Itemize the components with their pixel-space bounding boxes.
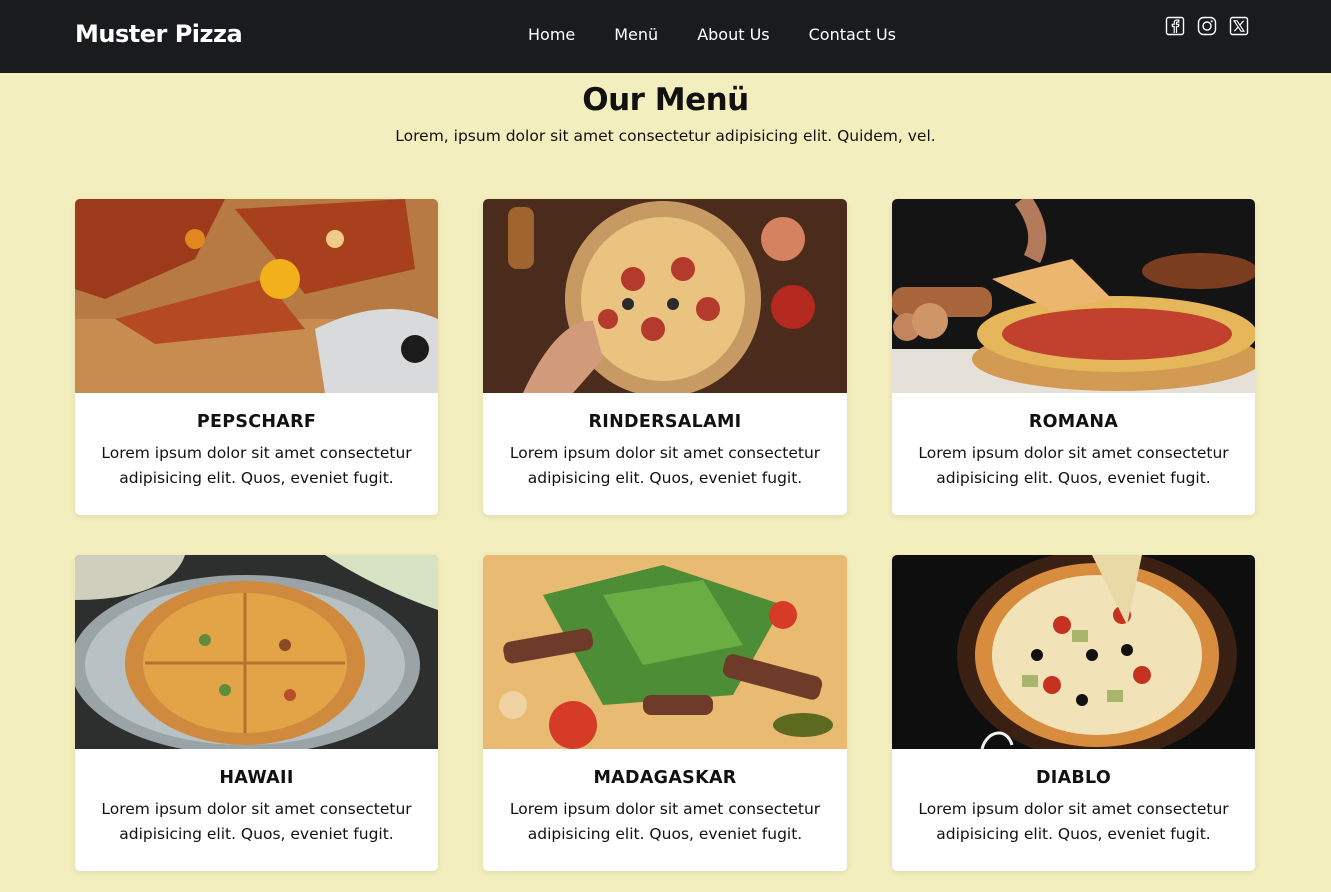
menu-item-description: Lorem ipsum dolor sit amet consectetur a… bbox=[101, 444, 412, 487]
menu-card-madagaskar[interactable]: MADAGASKAR Lorem ipsum dolor sit amet co… bbox=[483, 555, 847, 871]
menu-item-description: Lorem ipsum dolor sit amet consectetur a… bbox=[101, 800, 412, 843]
nav-menu[interactable]: Menü bbox=[614, 25, 658, 44]
page-subtitle: Lorem, ipsum dolor sit amet consectetur … bbox=[395, 127, 936, 145]
menu-item-description: Lorem ipsum dolor sit amet consectetur a… bbox=[509, 444, 821, 487]
menu-item-name: PEPSCHARF bbox=[196, 412, 317, 432]
menu-item-description: Lorem ipsum dolor sit amet consectetur a… bbox=[509, 800, 821, 843]
pizza-photo bbox=[892, 555, 1255, 749]
menu-card-romana[interactable]: ROMANA Lorem ipsum dolor sit amet consec… bbox=[892, 199, 1255, 515]
pizza-photo bbox=[483, 199, 847, 393]
menu-card-hawaii[interactable]: HAWAII Lorem ipsum dolor sit amet consec… bbox=[75, 555, 438, 871]
menu-item-name: HAWAII bbox=[219, 768, 294, 788]
nav-contact[interactable]: Contact Us bbox=[809, 25, 896, 44]
page-title: Our Menü bbox=[582, 82, 749, 118]
menu-item-name: RINDERSALAMI bbox=[588, 412, 742, 432]
social-links bbox=[1165, 16, 1261, 36]
x-icon[interactable] bbox=[1229, 16, 1249, 36]
nav-about[interactable]: About Us bbox=[697, 25, 769, 44]
menu-item-name: DIABLO bbox=[1035, 768, 1112, 788]
top-navbar: Muster Pizza Home Menü About Us Contact … bbox=[0, 0, 1331, 73]
menu-item-name: MADAGASKAR bbox=[593, 768, 737, 788]
menu-card-diablo[interactable]: DIABLO Lorem ipsum dolor sit amet consec… bbox=[892, 555, 1255, 871]
menu-item-description: Lorem ipsum dolor sit amet consectetur a… bbox=[918, 444, 1229, 487]
facebook-icon[interactable] bbox=[1165, 16, 1185, 36]
main-nav: Home Menü About Us Contact Us bbox=[528, 25, 935, 44]
pizza-photo bbox=[483, 555, 847, 749]
brand-logo[interactable]: Muster Pizza bbox=[75, 20, 243, 48]
pizza-photo bbox=[75, 555, 438, 749]
pizza-photo bbox=[75, 199, 438, 393]
menu-grid: PEPSCHARF Lorem ipsum dolor sit amet con… bbox=[75, 199, 1256, 871]
instagram-icon[interactable] bbox=[1197, 16, 1217, 36]
menu-item-description: Lorem ipsum dolor sit amet consectetur a… bbox=[918, 800, 1229, 843]
pizza-photo bbox=[892, 199, 1255, 393]
menu-card-rindersalami[interactable]: RINDERSALAMI Lorem ipsum dolor sit amet … bbox=[483, 199, 847, 515]
menu-item-name: ROMANA bbox=[1028, 412, 1119, 432]
menu-card-pepscharf[interactable]: PEPSCHARF Lorem ipsum dolor sit amet con… bbox=[75, 199, 438, 515]
nav-home[interactable]: Home bbox=[528, 25, 575, 44]
